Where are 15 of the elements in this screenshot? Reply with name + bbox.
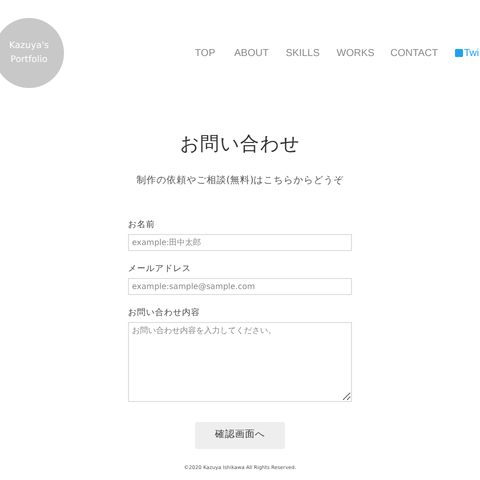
field-label: メールアドレス: [128, 264, 191, 274]
nav-link[interactable]: WORKS: [336, 46, 374, 61]
twitter-link[interactable]: Twi: [455, 46, 479, 61]
nav-link[interactable]: SKILLS: [286, 46, 320, 61]
nav-link[interactable]: ABOUT: [234, 46, 269, 61]
message-field[interactable]: お問い合わせ内容を入力してください。: [128, 322, 352, 402]
nav-link[interactable]: CONTACT: [390, 46, 438, 61]
field-label: お名前: [128, 220, 155, 230]
page-title: お問い合わせ: [180, 133, 300, 156]
confirm-button[interactable]: 確認画面へ: [195, 422, 285, 449]
input-field[interactable]: example:sample@sample.com: [128, 278, 352, 295]
nav-link[interactable]: TOP: [194, 46, 216, 61]
field-label: お問い合わせ内容: [128, 308, 200, 318]
subtitle: 制作の依頼やご相談(無料)はこちらからどうぞ: [136, 175, 344, 186]
input-field[interactable]: example:田中太郎: [128, 234, 352, 251]
